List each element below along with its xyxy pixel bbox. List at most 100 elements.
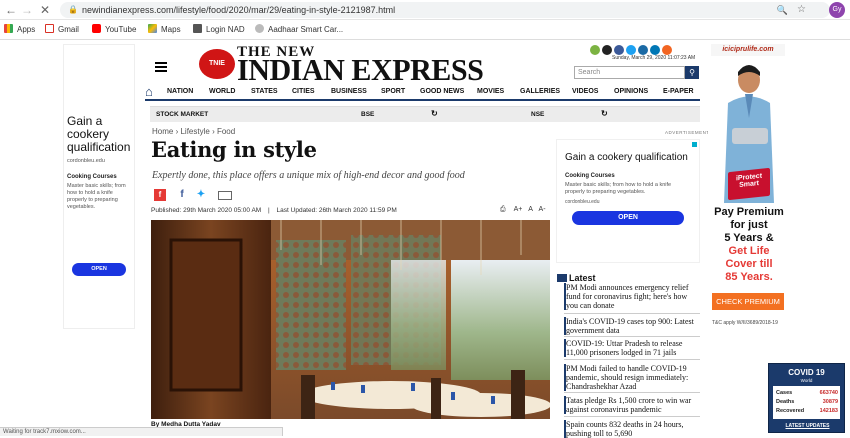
lock-icon: 🔒 <box>68 5 78 14</box>
article-hero-image <box>151 220 550 419</box>
ad-open-button[interactable]: OPEN <box>572 211 684 225</box>
covid-widget[interactable]: COVID 19 World Cases 663740 Deaths 30879 R… <box>768 363 845 433</box>
bookmark-apps[interactable]: Apps <box>4 24 35 36</box>
nav-opinions[interactable]: OPINIONS <box>614 88 648 95</box>
nav-sport[interactable]: SPORT <box>381 88 405 95</box>
date-separator: | <box>268 207 270 214</box>
maps-icon <box>148 24 157 33</box>
bookmark-login-nad[interactable]: Login NAD <box>193 24 245 36</box>
logo-text-main[interactable]: INDIAN EXPRESS <box>237 52 484 88</box>
ad-url: iciciprulife.com <box>711 44 785 56</box>
stock-market-bar: STOCK MARKET BSE ↻ NSE ↻ <box>150 106 700 122</box>
covid-cases-row: Cases 663740 <box>776 390 838 396</box>
nad-icon <box>193 24 202 33</box>
latest-item[interactable]: Spain counts 832 deaths in 24 hours, pus… <box>564 420 701 438</box>
nav-e-paper[interactable]: E-PAPER <box>663 88 694 95</box>
covid-title: COVID 19 <box>788 368 825 377</box>
ad-headline: Gain a cookery qualification <box>565 152 688 163</box>
nav-business[interactable]: BUSINESS <box>331 88 367 95</box>
bookmark-youtube[interactable]: YouTube <box>92 24 136 36</box>
news-divider <box>564 416 700 417</box>
ad-choices-icon[interactable] <box>692 142 697 147</box>
latest-marker-icon <box>557 274 567 282</box>
nav-galleries[interactable]: GALLERIES <box>520 88 560 95</box>
ad-open-button[interactable]: OPEN <box>72 263 126 276</box>
left-sidebar-ad[interactable]: Gain a cookery qualification cordonbleu.… <box>63 44 135 329</box>
breadcrumb-food[interactable]: Food <box>217 127 235 136</box>
latest-item[interactable]: Tatas pledge Rs 1,500 crore to win war a… <box>564 396 701 414</box>
search-input[interactable]: Search <box>574 66 685 79</box>
site-logo-emblem[interactable]: TNIE <box>199 49 235 79</box>
print-icon[interactable]: ⎙ <box>500 206 506 213</box>
back-icon[interactable]: ← <box>4 2 18 18</box>
breadcrumb-lifestyle[interactable]: Lifestyle <box>180 127 209 136</box>
home-icon[interactable]: ⌂ <box>145 85 159 99</box>
youtube-icon <box>92 24 101 33</box>
nse-refresh-icon[interactable]: ↻ <box>601 109 608 118</box>
font-increase-button[interactable]: A+ <box>514 206 523 213</box>
forward-icon[interactable]: → <box>20 2 34 18</box>
nav-movies[interactable]: MOVIES <box>477 88 504 95</box>
linkedin-icon[interactable] <box>650 45 660 55</box>
advertisement-label: ADVERTISEMENT <box>665 130 710 135</box>
bookmark-maps[interactable]: Maps <box>148 24 181 36</box>
font-normal-button[interactable]: A <box>528 206 532 213</box>
ad-subhead: Cooking Courses <box>67 174 117 180</box>
aadhaar-icon <box>255 24 264 33</box>
right-sidebar-ad[interactable]: iciciprulife.com iProtect Smart Pay Prem… <box>708 44 788 329</box>
browser-toolbar: ← → ✕ 🔒 newindianexpress.com/lifestyle/f… <box>0 0 850 20</box>
address-bar[interactable]: 🔒 newindianexpress.com/lifestyle/food/20… <box>60 2 830 18</box>
mid-column-ad[interactable]: Gain a cookery qualification Cooking Cou… <box>556 139 700 263</box>
bookmark-aadhaar[interactable]: Aadhaar Smart Car... <box>255 24 343 36</box>
latest-item[interactable]: India's COVID-19 cases top 900: Latest g… <box>564 317 701 335</box>
facebook-icon[interactable] <box>614 45 624 55</box>
stop-loading-icon[interactable]: ✕ <box>38 2 52 18</box>
main-navigation: ⌂ NATION WORLD STATES CITIES BUSINESS SP… <box>145 85 700 101</box>
news-divider <box>564 359 700 360</box>
ad-pay-text: Pay Premium for just 5 Years & Get Life … <box>714 206 784 283</box>
url-text: newindianexpress.com/lifestyle/food/2020… <box>82 5 396 15</box>
covid-latest-updates-link[interactable]: LATEST UPDATES <box>769 423 846 429</box>
ad-disclaimer: T&C apply W/II/3689/2018-19 <box>712 320 778 326</box>
flipboard-icon[interactable]: f <box>154 189 166 201</box>
latest-item[interactable]: PM Modi failed to handle COVID-19 pandem… <box>564 364 701 391</box>
email-share-icon[interactable] <box>218 191 232 200</box>
bookmark-gmail[interactable]: Gmail <box>45 24 79 36</box>
article-subtitle: Expertly done, this place offers a uniqu… <box>152 170 465 181</box>
android-icon[interactable] <box>590 45 600 55</box>
published-date: Published: 29th March 2020 05:00 AM <box>151 207 262 214</box>
bookmark-star-icon[interactable]: ☆ <box>797 2 806 18</box>
apple-icon[interactable] <box>602 45 612 55</box>
gmail-icon <box>45 24 54 33</box>
apps-grid-icon <box>4 24 13 33</box>
twitter-share-icon[interactable]: ✦ <box>195 189 207 201</box>
nav-good-news[interactable]: GOOD NEWS <box>420 88 464 95</box>
google-plus-icon[interactable] <box>638 45 648 55</box>
zoom-icon[interactable]: 🔍 <box>777 2 788 18</box>
article-title: Eating in style <box>151 137 317 162</box>
twitter-icon[interactable] <box>626 45 636 55</box>
bse-refresh-icon[interactable]: ↻ <box>431 109 438 118</box>
breadcrumb-home[interactable]: Home <box>152 127 173 136</box>
ad-domain: cordonbleu.edu <box>565 199 600 205</box>
nav-cities[interactable]: CITIES <box>292 88 315 95</box>
nav-states[interactable]: STATES <box>251 88 278 95</box>
nav-videos[interactable]: VIDEOS <box>572 88 598 95</box>
font-decrease-button[interactable]: A- <box>539 206 546 213</box>
nav-world[interactable]: WORLD <box>209 88 235 95</box>
nse-label: NSE <box>531 111 545 118</box>
latest-item[interactable]: PM Modi announces emergency relief fund … <box>564 283 701 310</box>
search-icon[interactable]: ⚲ <box>685 66 699 79</box>
bookmarks-bar: Apps Gmail YouTube Maps Login NAD Aadhaa… <box>0 20 850 40</box>
rss-icon[interactable] <box>662 45 672 55</box>
ad-subhead: Cooking Courses <box>565 173 615 179</box>
profile-avatar[interactable]: Gy <box>829 2 845 18</box>
latest-item[interactable]: COVID-19: Uttar Pradesh to release 11,00… <box>564 339 701 357</box>
social-icons <box>590 42 674 55</box>
covid-recovered-row: Recovered 142183 <box>776 408 838 414</box>
facebook-share-icon[interactable]: f <box>176 189 188 201</box>
hamburger-menu-icon[interactable] <box>155 62 167 72</box>
nav-nation[interactable]: NATION <box>167 88 193 95</box>
ad-headline: Gain a cookery qualification <box>67 114 131 154</box>
check-premium-button[interactable]: CHECK PREMIUM <box>712 293 784 310</box>
